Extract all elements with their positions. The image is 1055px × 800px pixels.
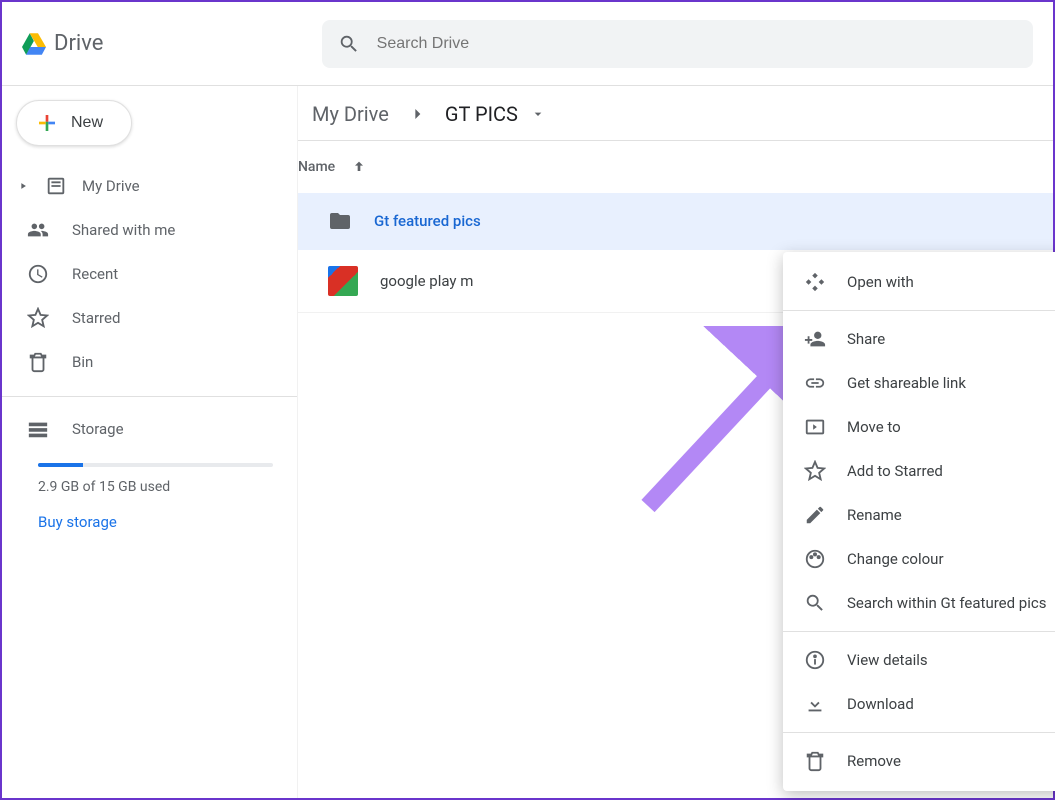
info-icon bbox=[803, 648, 827, 672]
menu-item-download[interactable]: Download bbox=[783, 682, 1055, 726]
sidebar-item-label: Bin bbox=[72, 353, 93, 371]
trash-icon bbox=[803, 749, 827, 773]
breadcrumb-current-label: GT PICS bbox=[445, 102, 518, 126]
menu-item-label: Search within Gt featured pics bbox=[847, 594, 1046, 612]
app-header: Drive bbox=[2, 2, 1053, 86]
menu-item-view-details[interactable]: View details bbox=[783, 638, 1055, 682]
move-to-icon bbox=[803, 415, 827, 439]
storage-icon bbox=[26, 417, 50, 441]
main-content: My Drive GT PICS Name Gt featur bbox=[298, 86, 1053, 798]
clock-icon bbox=[26, 262, 50, 286]
breadcrumb: My Drive GT PICS bbox=[298, 86, 1053, 141]
search-input[interactable] bbox=[377, 35, 1017, 53]
menu-separator bbox=[783, 732, 1055, 733]
search-icon bbox=[338, 32, 361, 56]
storage-label: Storage bbox=[72, 420, 124, 438]
column-header-name: Name bbox=[298, 159, 335, 175]
new-button[interactable]: New bbox=[16, 100, 132, 146]
sidebar-item-recent[interactable]: Recent bbox=[2, 252, 297, 296]
trash-icon bbox=[26, 350, 50, 374]
menu-item-move-to[interactable]: Move to bbox=[783, 405, 1055, 449]
sidebar-item-bin[interactable]: Bin bbox=[2, 340, 297, 384]
storage-progress-fill bbox=[38, 463, 83, 467]
menu-item-label: Open with bbox=[847, 273, 914, 291]
new-button-label: New bbox=[71, 114, 103, 132]
menu-separator bbox=[783, 310, 1055, 311]
file-name: Gt featured pics bbox=[374, 212, 481, 230]
menu-item-get-link[interactable]: Get shareable link bbox=[783, 361, 1055, 405]
context-menu: Open with Share Get shareable link bbox=[783, 252, 1055, 791]
people-icon bbox=[26, 218, 50, 242]
menu-item-label: Remove bbox=[847, 752, 901, 770]
menu-separator bbox=[783, 631, 1055, 632]
sidebar-item-starred[interactable]: Starred bbox=[2, 296, 297, 340]
drive-logo-icon bbox=[22, 32, 46, 56]
menu-item-label: Add to Starred bbox=[847, 462, 943, 480]
sidebar-item-label: My Drive bbox=[82, 177, 140, 195]
file-row-folder[interactable]: Gt featured pics bbox=[298, 193, 1053, 250]
menu-item-remove[interactable]: Remove bbox=[783, 739, 1055, 783]
breadcrumb-root[interactable]: My Drive bbox=[312, 102, 389, 126]
app-title: Drive bbox=[54, 31, 103, 56]
file-name: google play m bbox=[380, 272, 473, 290]
pencil-icon bbox=[803, 503, 827, 527]
menu-item-label: Download bbox=[847, 695, 914, 713]
sidebar-item-my-drive[interactable]: My Drive bbox=[2, 164, 297, 208]
chevron-right-icon bbox=[405, 102, 429, 126]
link-icon bbox=[803, 371, 827, 395]
menu-item-label: Move to bbox=[847, 418, 901, 436]
storage-section: Storage 2.9 GB of 15 GB used Buy storage bbox=[2, 409, 297, 531]
person-add-icon bbox=[803, 327, 827, 351]
caret-right-icon bbox=[16, 174, 30, 198]
search-bar[interactable] bbox=[322, 20, 1033, 68]
sidebar: New My Drive Shared with me bbox=[2, 86, 298, 798]
plus-icon bbox=[35, 111, 59, 135]
menu-item-label: Change colour bbox=[847, 550, 944, 568]
sidebar-item-label: Recent bbox=[72, 265, 118, 283]
sidebar-item-shared[interactable]: Shared with me bbox=[2, 208, 297, 252]
menu-item-label: Share bbox=[847, 330, 885, 348]
menu-item-open-with[interactable]: Open with bbox=[783, 260, 1055, 304]
my-drive-icon bbox=[44, 174, 68, 198]
menu-item-label: Rename bbox=[847, 506, 902, 524]
sort-arrow-up-icon bbox=[347, 155, 371, 179]
menu-item-add-starred[interactable]: Add to Starred bbox=[783, 449, 1055, 493]
menu-item-label: View details bbox=[847, 651, 928, 669]
menu-item-label: Get shareable link bbox=[847, 374, 966, 392]
menu-item-change-colour[interactable]: Change colour bbox=[783, 537, 1055, 581]
open-with-icon bbox=[803, 270, 827, 294]
list-header[interactable]: Name bbox=[298, 141, 1053, 193]
search-icon bbox=[803, 591, 827, 615]
download-icon bbox=[803, 692, 827, 716]
breadcrumb-current[interactable]: GT PICS bbox=[445, 102, 550, 126]
menu-item-search-within[interactable]: Search within Gt featured pics bbox=[783, 581, 1055, 625]
sidebar-divider bbox=[2, 396, 297, 397]
sidebar-item-label: Shared with me bbox=[72, 221, 175, 239]
star-icon bbox=[26, 306, 50, 330]
buy-storage-link[interactable]: Buy storage bbox=[38, 513, 117, 531]
menu-item-rename[interactable]: Rename bbox=[783, 493, 1055, 537]
image-thumbnail bbox=[328, 266, 358, 296]
palette-icon bbox=[803, 547, 827, 571]
sidebar-item-label: Starred bbox=[72, 309, 120, 327]
folder-icon bbox=[328, 209, 352, 233]
menu-item-share[interactable]: Share bbox=[783, 317, 1055, 361]
caret-down-icon bbox=[526, 102, 550, 126]
sidebar-item-storage[interactable]: Storage bbox=[26, 409, 273, 449]
star-icon bbox=[803, 459, 827, 483]
sidebar-nav: My Drive Shared with me Recent Starred bbox=[2, 164, 297, 384]
storage-progress bbox=[38, 463, 273, 467]
storage-usage-text: 2.9 GB of 15 GB used bbox=[38, 479, 273, 495]
logo-area[interactable]: Drive bbox=[22, 31, 322, 56]
